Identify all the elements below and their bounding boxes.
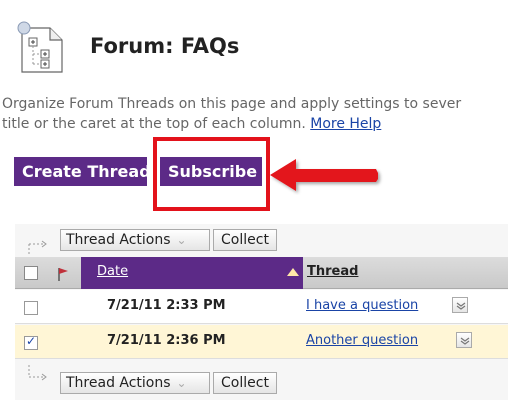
highlight-annotation-box bbox=[153, 137, 270, 211]
thread-actions-button-bottom[interactable]: Thread Actions ⌄ bbox=[60, 372, 210, 394]
row-date: 7/21/11 2:36 PM bbox=[107, 333, 226, 348]
thread-actions-button-top[interactable]: Thread Actions ⌄ bbox=[60, 229, 210, 251]
chevron-down-icon bbox=[460, 337, 470, 345]
row-menu-button[interactable] bbox=[456, 332, 472, 348]
chevron-down-icon: ⌄ bbox=[176, 376, 187, 390]
sort-ascending-icon bbox=[287, 268, 299, 276]
date-column-label: Date bbox=[97, 264, 129, 279]
thread-link[interactable]: I have a question bbox=[306, 298, 418, 313]
action-bar-top: Thread Actions ⌄ Collect bbox=[15, 224, 508, 256]
chevron-down-icon: ⌄ bbox=[176, 233, 187, 247]
page-description-line1: Organize Forum Threads on this page and … bbox=[2, 96, 462, 112]
table-row: 7/21/11 2:36 PM Another question bbox=[15, 325, 508, 359]
table-row: 7/21/11 2:33 PM I have a question bbox=[15, 290, 508, 324]
tree-connector-icon bbox=[25, 234, 53, 256]
column-header-thread[interactable]: Thread bbox=[307, 264, 358, 279]
grid-header-row: Date Thread bbox=[15, 257, 508, 289]
page-title: Forum: FAQs bbox=[90, 34, 240, 58]
select-all-checkbox[interactable] bbox=[24, 266, 38, 280]
more-help-link[interactable]: More Help bbox=[310, 116, 381, 132]
page-description-line2: title or the caret at the top of each co… bbox=[2, 116, 306, 132]
thread-link[interactable]: Another question bbox=[306, 333, 418, 348]
tree-connector-icon bbox=[25, 365, 53, 387]
row-menu-button[interactable] bbox=[452, 297, 468, 313]
row-checkbox[interactable] bbox=[24, 334, 38, 350]
thread-actions-label: Thread Actions bbox=[66, 375, 171, 391]
column-header-date[interactable]: Date bbox=[81, 257, 303, 289]
collect-button-bottom[interactable]: Collect bbox=[213, 372, 277, 394]
red-arrow-annotation bbox=[268, 155, 386, 199]
flag-icon bbox=[56, 266, 70, 282]
collect-button-top[interactable]: Collect bbox=[213, 229, 277, 251]
forum-icon bbox=[14, 20, 66, 74]
create-thread-button[interactable]: Create Thread bbox=[14, 157, 151, 186]
chevron-down-icon bbox=[456, 302, 466, 310]
row-date: 7/21/11 2:33 PM bbox=[107, 298, 226, 313]
action-bar-bottom: Thread Actions ⌄ Collect bbox=[15, 365, 508, 399]
thread-grid: Thread Actions ⌄ Collect Date Thread 7/21… bbox=[15, 224, 508, 400]
thread-actions-label: Thread Actions bbox=[66, 232, 171, 248]
row-checkbox[interactable] bbox=[24, 301, 38, 315]
page-description: Organize Forum Threads on this page and … bbox=[0, 94, 508, 134]
